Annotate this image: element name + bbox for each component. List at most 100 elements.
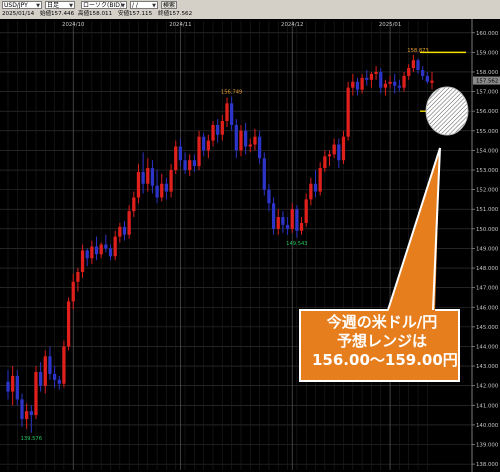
- candle: [197, 130, 201, 171]
- candle-body: [407, 68, 411, 76]
- candle-body: [313, 183, 318, 192]
- candle-body: [369, 73, 374, 80]
- candle-body: [411, 60, 415, 69]
- candlestick-chart: 2024/10 2024/11 2024/12 2025/01 139.576 156.…: [0, 19, 500, 472]
- candle-body: [132, 197, 136, 212]
- candle-body: [90, 246, 94, 259]
- candle-body: [183, 160, 187, 171]
- symbol-select[interactable]: USD/JPY ▼: [2, 1, 42, 9]
- candle-body: [271, 203, 276, 229]
- candle-body: [337, 144, 341, 161]
- candle: [34, 366, 38, 420]
- candle-body: [141, 171, 145, 184]
- candle-body: [220, 120, 224, 135]
- candle-body: [216, 124, 220, 135]
- candle-body: [197, 136, 201, 167]
- y-tick-label: 152.000: [476, 188, 499, 194]
- candle-body: [80, 250, 85, 272]
- ohlc-info-bar: 2025/01/14 始値 157.446 高値 158.011 安値 157.…: [0, 10, 500, 19]
- y-tick-label: 156.000: [476, 109, 499, 115]
- candle-body: [276, 217, 280, 229]
- search-button[interactable]: 検索: [161, 1, 177, 9]
- candle-body: [365, 77, 369, 80]
- candle-body: [127, 211, 131, 235]
- candle-body: [281, 217, 285, 225]
- close-value: 157.562: [169, 11, 193, 17]
- candle-body: [262, 158, 266, 190]
- y-tick-label: 159.000: [476, 50, 499, 56]
- candle-body: [243, 130, 248, 147]
- candle-body: [397, 85, 402, 88]
- candle-body: [52, 373, 57, 380]
- y-tick-label: 155.000: [476, 129, 499, 135]
- ohlc-date: 2025/01/14: [2, 11, 35, 17]
- y-tick-label: 160.000: [476, 31, 499, 37]
- y-tick-label: 158.000: [476, 70, 499, 76]
- y-tick-label: 153.000: [476, 168, 499, 174]
- candle-body: [425, 75, 429, 82]
- candle-body: [164, 183, 169, 192]
- candle-body: [25, 411, 29, 420]
- chart-style-value: ローソク(BID): [83, 2, 123, 9]
- chart-style-select[interactable]: ローソク(BID) ▼: [81, 1, 127, 9]
- candle-body: [234, 124, 238, 151]
- candle-body: [211, 124, 215, 141]
- candle-body: [225, 103, 229, 121]
- candle-body: [430, 80, 434, 83]
- open-value: 157.446: [51, 11, 75, 17]
- chevron-down-icon: ▼: [152, 3, 156, 9]
- candle-body: [104, 244, 108, 249]
- candle-body: [169, 170, 173, 192]
- candle: [66, 297, 71, 351]
- candle-body: [206, 140, 210, 151]
- candle-body: [421, 70, 425, 76]
- candle: [62, 340, 66, 388]
- candle-body: [202, 136, 206, 151]
- month-label: 2024/12: [281, 22, 303, 28]
- y-tick-label: 145.000: [476, 325, 499, 331]
- current-price-label: 157.562: [476, 79, 498, 85]
- y-tick-label: 151.000: [476, 207, 499, 213]
- y-tick-label: 154.000: [476, 148, 499, 154]
- y-tick-label: 144.000: [476, 344, 499, 350]
- candle-body: [146, 168, 150, 184]
- candle-body: [230, 103, 234, 125]
- candle-body: [43, 356, 47, 386]
- callout-line-3: 156.00〜159.00円: [312, 351, 458, 369]
- high-label: 高値: [78, 11, 90, 17]
- candle-body: [29, 411, 33, 416]
- period-value: 日足: [47, 2, 60, 9]
- y-tick-label: 150.000: [476, 227, 499, 233]
- candle-body: [379, 71, 383, 88]
- candle-body: [351, 81, 355, 88]
- candle-body: [309, 183, 313, 200]
- candle-body: [388, 81, 392, 84]
- period-select[interactable]: 日足 ▼: [45, 1, 75, 9]
- candle-body: [113, 236, 117, 257]
- candle-body: [48, 356, 52, 374]
- candle-body: [360, 77, 364, 90]
- low-value: 157.115: [129, 11, 153, 17]
- month-label: 2024/11: [169, 22, 191, 28]
- low-label: 安値: [118, 11, 130, 17]
- price-annotation: 156.749: [221, 90, 242, 96]
- candle-body: [257, 136, 262, 159]
- y-tick-label: 142.000: [476, 384, 499, 390]
- candle-body: [57, 379, 61, 384]
- candle-body: [178, 146, 183, 161]
- y-tick-label: 139.000: [476, 443, 499, 449]
- candle-body: [267, 189, 271, 204]
- candle-body: [304, 199, 308, 223]
- candle-body: [94, 246, 99, 255]
- candle-body: [346, 87, 350, 137]
- y-tick-label: 148.000: [476, 266, 499, 272]
- date-input[interactable]: / / ▼: [130, 1, 158, 9]
- candle-body: [71, 281, 75, 302]
- candle-body: [20, 399, 24, 420]
- candle-body: [285, 224, 290, 229]
- price-annotation: 139.576: [21, 436, 42, 442]
- candle-body: [290, 209, 294, 229]
- callout-text: 今週の米ドル/円 予想レンジは 156.00〜159.00円: [312, 313, 458, 370]
- candle-body: [122, 226, 127, 235]
- candle-body: [108, 248, 113, 257]
